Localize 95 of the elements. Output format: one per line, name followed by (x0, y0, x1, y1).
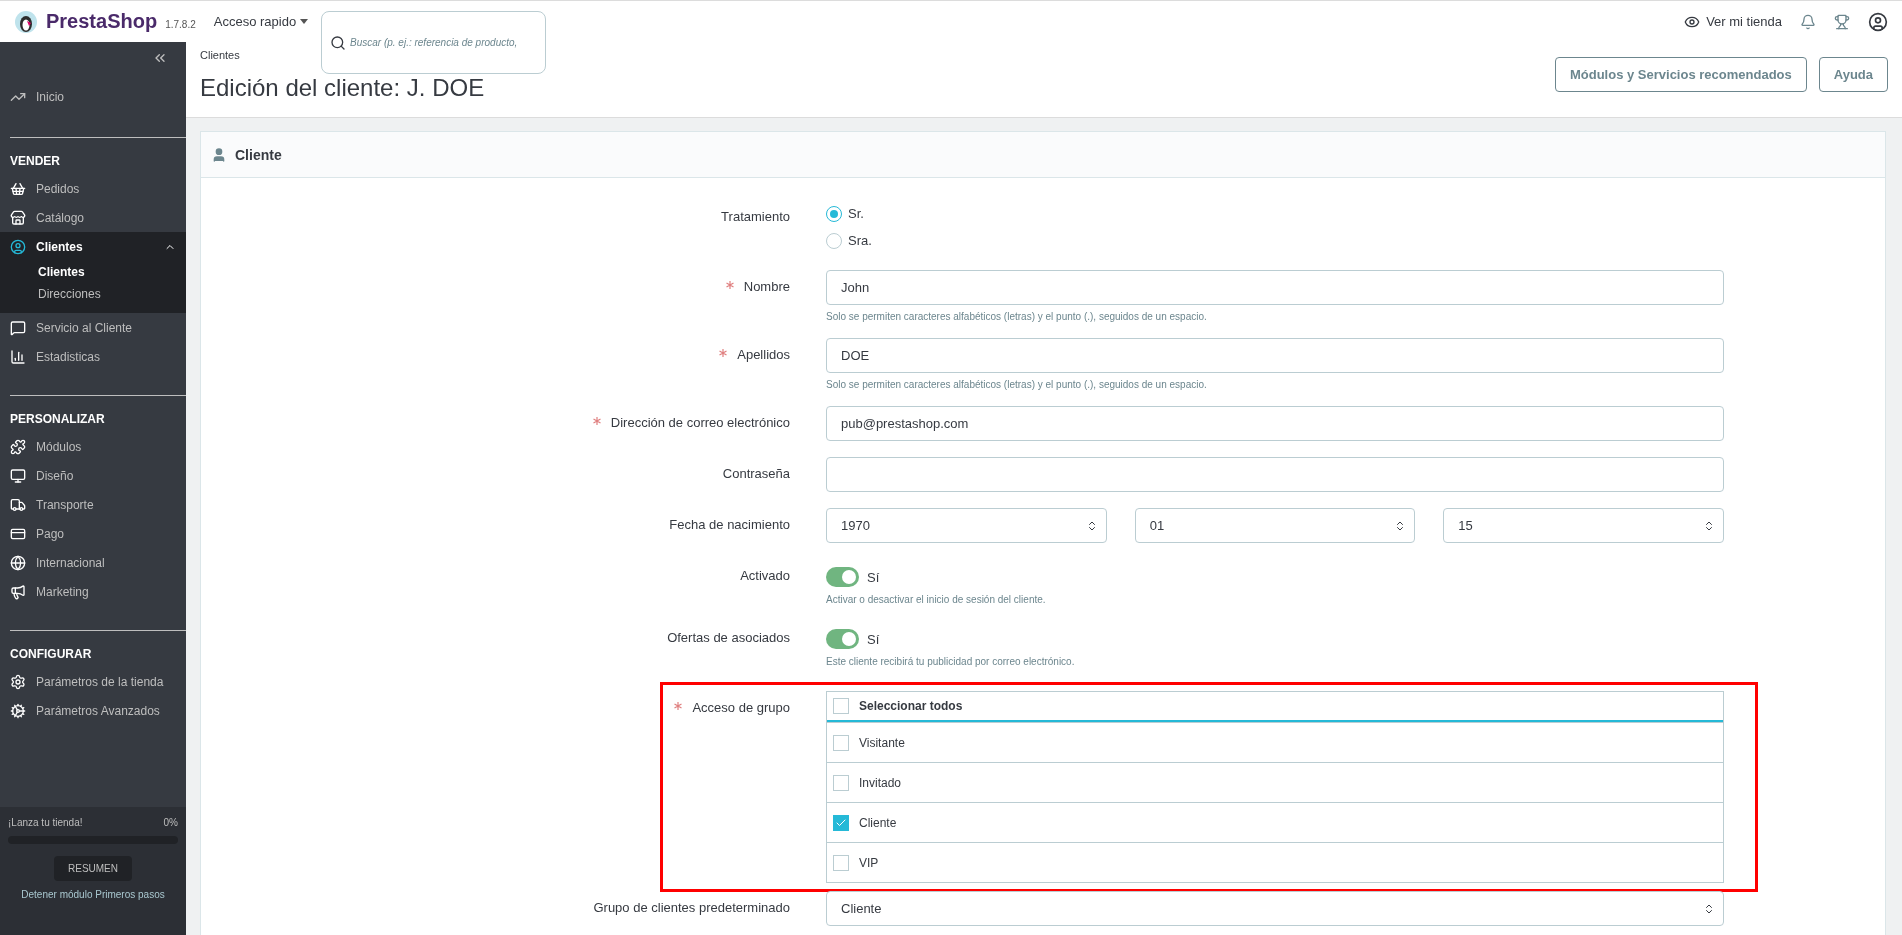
text-field[interactable] (826, 457, 1724, 492)
checkbox-label: Seleccionar todos (859, 699, 963, 713)
field-label: Apellidos (737, 347, 790, 364)
summary-button[interactable]: RESUMEN (54, 856, 132, 881)
bell-icon[interactable] (1800, 13, 1816, 30)
menu-icon (10, 583, 26, 600)
sidebar-item[interactable]: Servicio al Cliente (0, 313, 186, 342)
search-field[interactable]: Buscar (p. ej.: referencia de producto, (321, 11, 546, 74)
toggle-label: Sí (867, 631, 880, 647)
toggle-label: Sí (867, 569, 880, 585)
field-label: Tratamiento (721, 209, 790, 226)
sidebar-item[interactable]: Inicio (0, 82, 186, 111)
field-label: Ofertas de asociados (667, 630, 790, 647)
select-field[interactable]: 15 (1443, 508, 1724, 543)
menu-icon (10, 238, 26, 255)
toggle-switch[interactable] (826, 629, 859, 649)
select-arrows-icon (1703, 902, 1715, 915)
menu-icon (10, 496, 26, 513)
radio-label: Sr. (848, 206, 864, 221)
sidebar-item[interactable]: Catálogo (0, 203, 186, 232)
select-arrows-icon (1703, 519, 1715, 532)
menu-icon (10, 673, 26, 690)
checkbox[interactable] (833, 854, 849, 871)
select-field[interactable]: Cliente (826, 891, 1724, 926)
help-button[interactable]: Ayuda (1818, 57, 1888, 92)
sidebar-item[interactable]: Transporte (0, 490, 186, 519)
sidebar-item[interactable]: Módulos (0, 432, 186, 461)
text-field[interactable]: DOE (826, 338, 1724, 373)
recommended-modules-button[interactable]: Módulos y Servicios recomendados (1554, 57, 1807, 92)
sidebar-item[interactable]: Parámetros de la tienda (0, 667, 186, 696)
menu-icon (10, 438, 26, 455)
sidebar-item[interactable]: Estadisticas (0, 342, 186, 371)
checkbox[interactable] (833, 734, 849, 751)
progress-percent: 0% (163, 817, 178, 828)
menu-icon (10, 554, 26, 571)
menu-icon (10, 702, 26, 719)
search-icon (330, 35, 346, 51)
checkbox-label: Visitante (859, 735, 905, 750)
radio-label: Sra. (848, 233, 872, 248)
field-label: Fecha de nacimiento (669, 517, 790, 534)
field-label: Nombre (743, 279, 790, 296)
sidebar-item[interactable]: Diseño (0, 461, 186, 490)
radio-option[interactable]: Sr. (826, 200, 1724, 227)
stop-onboarding-link[interactable]: Detener módulo Primeros pasos (21, 889, 165, 900)
card-title: Cliente (235, 146, 282, 163)
submenu-item[interactable]: Clientes (0, 261, 186, 283)
menu-icon (10, 467, 26, 484)
field-label: Dirección de correo electrónico (610, 415, 790, 432)
logo-icon (14, 9, 38, 34)
menu-icon (10, 319, 26, 336)
sidebar-item[interactable]: Pago (0, 519, 186, 548)
menu-icon (10, 209, 26, 226)
caret-icon (300, 19, 309, 24)
menu-icon (10, 348, 26, 365)
trophy-icon[interactable] (1834, 13, 1850, 30)
field-label: Activado (740, 568, 790, 585)
page-title: Edición del cliente: J. DOE (200, 74, 485, 102)
checkbox-label: Cliente (859, 815, 897, 830)
text-field[interactable]: pub@prestashop.com (826, 406, 1724, 441)
required-asterisk-icon (719, 349, 728, 357)
checkbox[interactable] (833, 698, 849, 714)
user-icon (211, 146, 227, 163)
sidebar-item[interactable]: Internacional (0, 548, 186, 577)
help-text: Solo se permiten caracteres alfabéticos (letras) y el punto (.), seguidos de un espacio. (826, 379, 1208, 390)
sidebar-item[interactable]: Marketing (0, 577, 186, 606)
sidebar-item[interactable]: Pedidos (0, 174, 186, 203)
breadcrumb-link[interactable]: Clientes (200, 49, 240, 61)
checkbox[interactable] (833, 774, 849, 791)
help-text: Este cliente recibirá tu publicidad por correo electrónico. (826, 656, 1076, 667)
brand-name: PrestaShop (46, 10, 158, 33)
checkbox-label: Invitado (859, 775, 902, 790)
user-icon[interactable] (1868, 11, 1888, 32)
sidebar-item[interactable]: Parámetros Avanzados (0, 696, 186, 725)
text-field[interactable]: John (826, 270, 1724, 305)
required-asterisk-icon (674, 702, 683, 710)
required-asterisk-icon (725, 281, 734, 289)
help-text: Activar o desactivar el inicio de sesión del cliente. (826, 594, 1047, 605)
checkbox-label: VIP (859, 855, 879, 870)
field-label: Contraseña (722, 466, 790, 483)
view-store-link[interactable]: Ver mi tienda (1684, 13, 1782, 30)
checkbox[interactable] (833, 814, 849, 831)
select-field[interactable]: 1970 (826, 508, 1107, 543)
toggle-switch[interactable] (826, 567, 859, 587)
submenu-item[interactable]: Direcciones (0, 283, 186, 305)
menu-icon (10, 180, 26, 197)
help-text: Solo se permiten caracteres alfabéticos (letras) y el punto (.), seguidos de un espacio. (826, 311, 1208, 322)
field-label: Grupo de clientes predeterminado (593, 900, 790, 917)
version-number: 1.7.8.2 (165, 19, 196, 30)
select-field[interactable]: 01 (1134, 508, 1416, 543)
sidebar-item[interactable]: Clientes (0, 232, 186, 261)
required-asterisk-icon (592, 417, 601, 425)
radio-option[interactable]: Sra. (826, 227, 1724, 254)
field-label: Acceso de grupo (692, 700, 790, 717)
onboarding-title: ¡Lanza tu tienda! (8, 817, 83, 828)
quick-access-menu[interactable]: Acceso rapido (213, 14, 309, 29)
